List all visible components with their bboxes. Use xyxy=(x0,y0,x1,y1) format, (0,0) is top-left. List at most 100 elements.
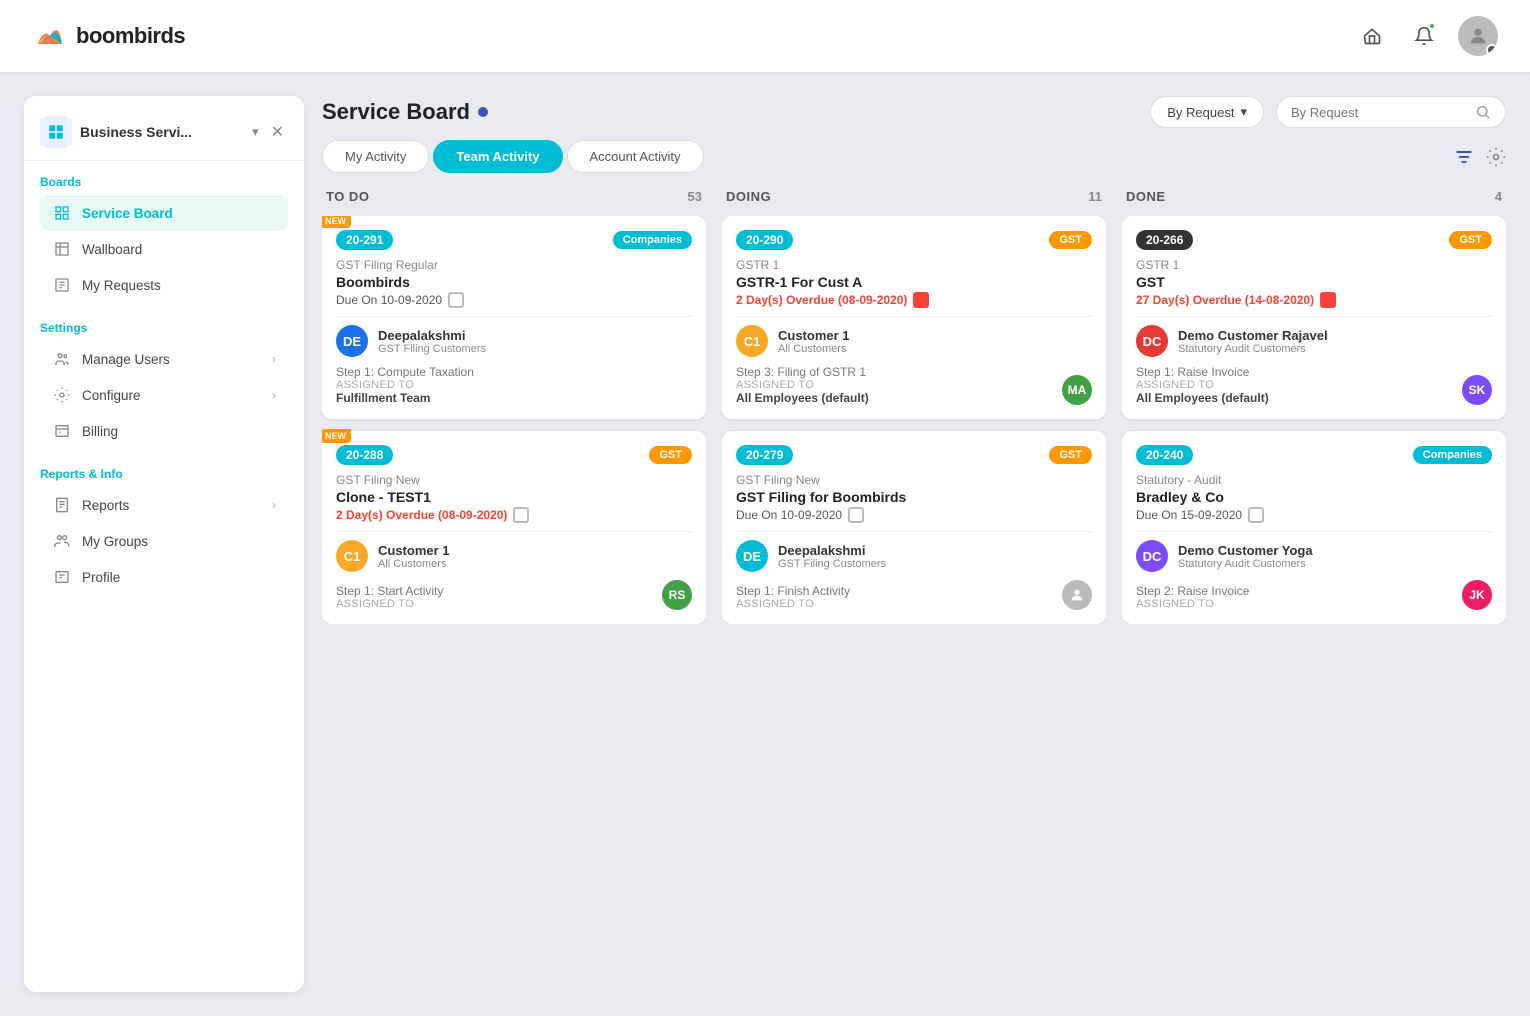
assignee-info: Customer 1 All Customers xyxy=(378,543,450,570)
card-new-badge: NEW xyxy=(322,216,351,228)
card-id-badge: 20-290 xyxy=(736,230,793,250)
card-tag-badge: Companies xyxy=(613,231,692,249)
sidebar-item-profile[interactable]: Profile xyxy=(40,559,288,595)
profile-label: Profile xyxy=(82,570,120,585)
my-groups-label: My Groups xyxy=(82,534,148,549)
card-step-row: Step 1: Start Activity ASSIGNED TO RS xyxy=(336,580,692,610)
card-291[interactable]: NEW 20-291 Companies GST Filing Regular … xyxy=(322,216,706,419)
card-266[interactable]: 20-266 GST GSTR 1 GST 27 Day(s) Overdue … xyxy=(1122,216,1506,419)
sidebar-item-billing[interactable]: Billing xyxy=(40,413,288,449)
search-input[interactable] xyxy=(1291,105,1467,120)
column-todo: TO DO 53 NEW 20-291 Companies GST Filing… xyxy=(322,189,706,992)
step-assigned-label: ASSIGNED TO xyxy=(1136,379,1462,391)
wallboard-icon xyxy=(52,239,72,259)
sidebar-section-reports: Reports & Info Reports › My Groups Profi… xyxy=(24,453,304,599)
column-done-cards: 20-266 GST GSTR 1 GST 27 Day(s) Overdue … xyxy=(1122,216,1506,624)
card-step-row: Step 1: Raise Invoice ASSIGNED TO All Em… xyxy=(1136,365,1492,405)
card-tag-badge: Companies xyxy=(1413,446,1492,464)
sidebar-item-my-groups[interactable]: My Groups xyxy=(40,523,288,559)
service-board-label: Service Board xyxy=(82,206,173,221)
card-due: 2 Day(s) Overdue (08-09-2020) xyxy=(336,507,692,523)
column-doing-header: DOING 11 xyxy=(722,189,1106,204)
card-step-info: Step 1: Compute Taxation ASSIGNED TO Ful… xyxy=(336,365,692,405)
tab-my-activity[interactable]: My Activity xyxy=(322,140,429,173)
search-icon xyxy=(1475,104,1491,120)
assignee-info: Deepalakshmi GST Filing Customers xyxy=(778,543,886,570)
sidebar-item-my-requests[interactable]: My Requests xyxy=(40,267,288,303)
board-header: Service Board By Request ▾ xyxy=(322,96,1506,128)
card-tag-badge: GST xyxy=(1449,231,1492,249)
card-step-info: Step 1: Start Activity ASSIGNED TO xyxy=(336,584,662,610)
assignee-name: Deepalakshmi xyxy=(378,328,486,343)
user-avatar-button[interactable] xyxy=(1458,16,1498,56)
assignee-group: Statutory Audit Customers xyxy=(1178,558,1313,570)
reports-icon xyxy=(52,495,72,515)
due-icon-red xyxy=(913,292,929,308)
step-avatar xyxy=(1062,580,1092,610)
card-assignee-row: DC Demo Customer Rajavel Statutory Audit… xyxy=(1136,325,1492,357)
sidebar-header: Business Servi... ▾ ✕ xyxy=(24,112,304,161)
home-button[interactable] xyxy=(1354,18,1390,54)
content-area: Service Board By Request ▾ My Activity T… xyxy=(322,96,1506,992)
card-divider xyxy=(1136,316,1492,317)
card-288[interactable]: NEW 20-288 GST GST Filing New Clone - TE… xyxy=(322,431,706,624)
board-settings-icon[interactable] xyxy=(1486,147,1506,167)
sidebar-close-button[interactable]: ✕ xyxy=(267,120,288,144)
card-divider xyxy=(736,316,1092,317)
card-tag-badge: GST xyxy=(1049,231,1092,249)
sidebar-item-configure[interactable]: Configure › xyxy=(40,377,288,413)
due-text: Due On 10-09-2020 xyxy=(336,293,442,307)
navbar: boombirds xyxy=(0,0,1530,72)
due-text: Due On 15-09-2020 xyxy=(1136,508,1242,522)
sidebar-item-service-board[interactable]: Service Board xyxy=(40,195,288,231)
sidebar: Business Servi... ▾ ✕ Boards Service Boa… xyxy=(24,96,304,992)
tab-team-activity[interactable]: Team Activity xyxy=(433,140,562,173)
step-label: Step 1: Finish Activity xyxy=(736,584,1062,598)
step-avatar: MA xyxy=(1062,375,1092,405)
step-avatar: JK xyxy=(1462,580,1492,610)
board-title: Service Board xyxy=(322,99,488,125)
card-divider xyxy=(736,531,1092,532)
workspace-chevron-icon[interactable]: ▾ xyxy=(252,124,259,140)
card-step-row: Step 1: Finish Activity ASSIGNED TO xyxy=(736,580,1092,610)
activity-tabs: My Activity Team Activity Account Activi… xyxy=(322,140,1506,173)
card-id-badge: 20-266 xyxy=(1136,230,1193,250)
sidebar-section-boards: Boards Service Board Wallboard My Reques… xyxy=(24,161,304,307)
notification-dot xyxy=(1428,22,1436,30)
step-team: Fulfillment Team xyxy=(336,391,692,405)
settings-section-title: Settings xyxy=(40,321,288,335)
due-icon-red xyxy=(1320,292,1336,308)
assignee-avatar: DC xyxy=(1136,540,1168,572)
card-240[interactable]: 20-240 Companies Statutory - Audit Bradl… xyxy=(1122,431,1506,624)
card-due: 2 Day(s) Overdue (08-09-2020) xyxy=(736,292,1092,308)
assignee-avatar: C1 xyxy=(736,325,768,357)
step-assigned-label: ASSIGNED TO xyxy=(736,379,1062,391)
card-290[interactable]: 20-290 GST GSTR 1 GSTR-1 For Cust A 2 Da… xyxy=(722,216,1106,419)
card-step-row: Step 3: Filing of GSTR 1 ASSIGNED TO All… xyxy=(736,365,1092,405)
step-label: Step 1: Raise Invoice xyxy=(1136,365,1462,379)
card-title: GSTR-1 For Cust A xyxy=(736,274,1092,290)
sidebar-item-reports[interactable]: Reports › xyxy=(40,487,288,523)
sidebar-item-manage-users[interactable]: Manage Users › xyxy=(40,341,288,377)
tab-account-activity[interactable]: Account Activity xyxy=(567,140,704,173)
step-assigned-label: ASSIGNED TO xyxy=(736,598,1062,610)
column-done-count: 4 xyxy=(1495,189,1502,204)
notification-button[interactable] xyxy=(1406,18,1442,54)
billing-icon xyxy=(52,421,72,441)
filter-icon[interactable] xyxy=(1454,147,1474,167)
assignee-info: Deepalakshmi GST Filing Customers xyxy=(378,328,486,355)
by-request-dropdown[interactable]: By Request ▾ xyxy=(1150,96,1264,128)
card-title: GST xyxy=(1136,274,1492,290)
boards-section-title: Boards xyxy=(40,175,288,189)
assignee-info: Customer 1 All Customers xyxy=(778,328,850,355)
card-279[interactable]: 20-279 GST GST Filing New GST Filing for… xyxy=(722,431,1106,624)
sidebar-item-wallboard[interactable]: Wallboard xyxy=(40,231,288,267)
nav-icons xyxy=(1354,16,1498,56)
step-label: Step 1: Compute Taxation xyxy=(336,365,692,379)
step-team: All Employees (default) xyxy=(736,391,1062,405)
card-tag-badge: GST xyxy=(1049,446,1092,464)
card-top-row: 20-290 GST xyxy=(736,230,1092,250)
step-assigned-label: ASSIGNED TO xyxy=(336,598,662,610)
assignee-avatar: DE xyxy=(336,325,368,357)
card-title: Boombirds xyxy=(336,274,692,290)
